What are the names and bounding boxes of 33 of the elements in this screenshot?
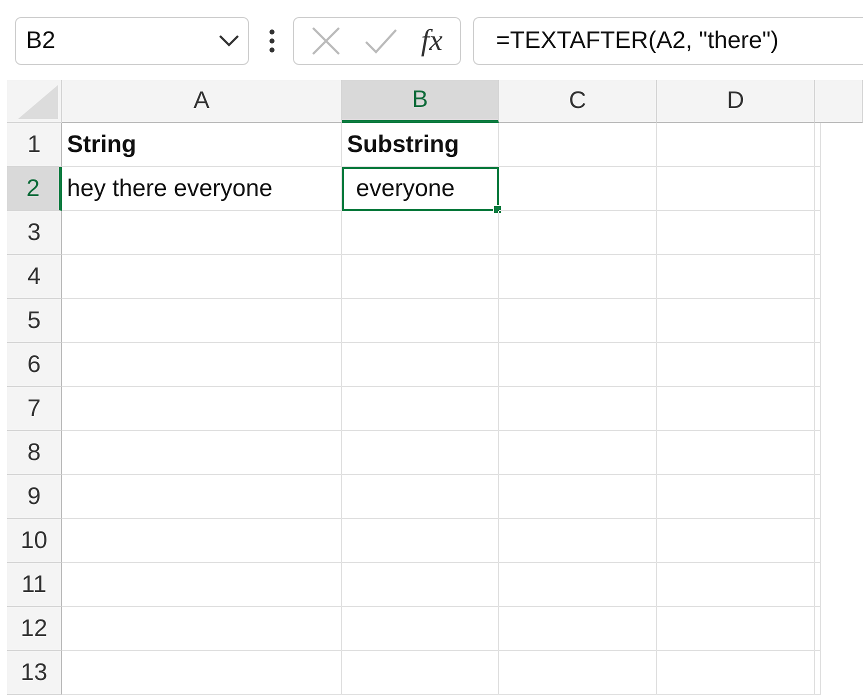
triangle-icon [18,85,58,119]
table-cell: everyone [342,167,499,211]
chevron-down-icon[interactable] [218,34,240,48]
row-header[interactable]: 12 [7,607,62,651]
row-header[interactable]: 7 [7,387,62,431]
cancel-icon[interactable] [311,26,342,56]
row-header[interactable]: 4 [7,255,62,299]
cell-reference: B2 [26,27,56,55]
table-cell: Substring [342,123,499,167]
row-header[interactable]: 9 [7,475,62,519]
check-icon[interactable] [364,28,398,54]
more-options-icon[interactable] [269,29,275,53]
column-header[interactable]: C [499,80,657,123]
name-box[interactable]: B2 [15,17,249,65]
row-header[interactable]: 6 [7,343,62,387]
row-header[interactable]: 5 [7,299,62,343]
insert-function-button[interactable]: fx [420,24,443,58]
row-header[interactable]: 8 [7,431,62,475]
select-all-button[interactable] [7,80,62,123]
row-header[interactable]: 3 [7,211,62,255]
row-header[interactable]: 11 [7,563,62,607]
row-header[interactable]: 10 [7,519,62,563]
table-cell: String [62,123,342,167]
formula-field[interactable]: =TEXTAFTER(A2, "there") [473,17,863,65]
column-header[interactable]: B [342,80,499,123]
row-header[interactable]: 1 [7,123,62,167]
column-header[interactable] [815,80,863,123]
row-header[interactable]: 13 [7,651,62,695]
row-header[interactable]: 2 [7,167,62,211]
column-header[interactable]: D [657,80,815,123]
column-header[interactable]: A [62,80,342,123]
fill-handle[interactable] [493,205,502,214]
table-cell: hey there everyone [62,167,342,211]
